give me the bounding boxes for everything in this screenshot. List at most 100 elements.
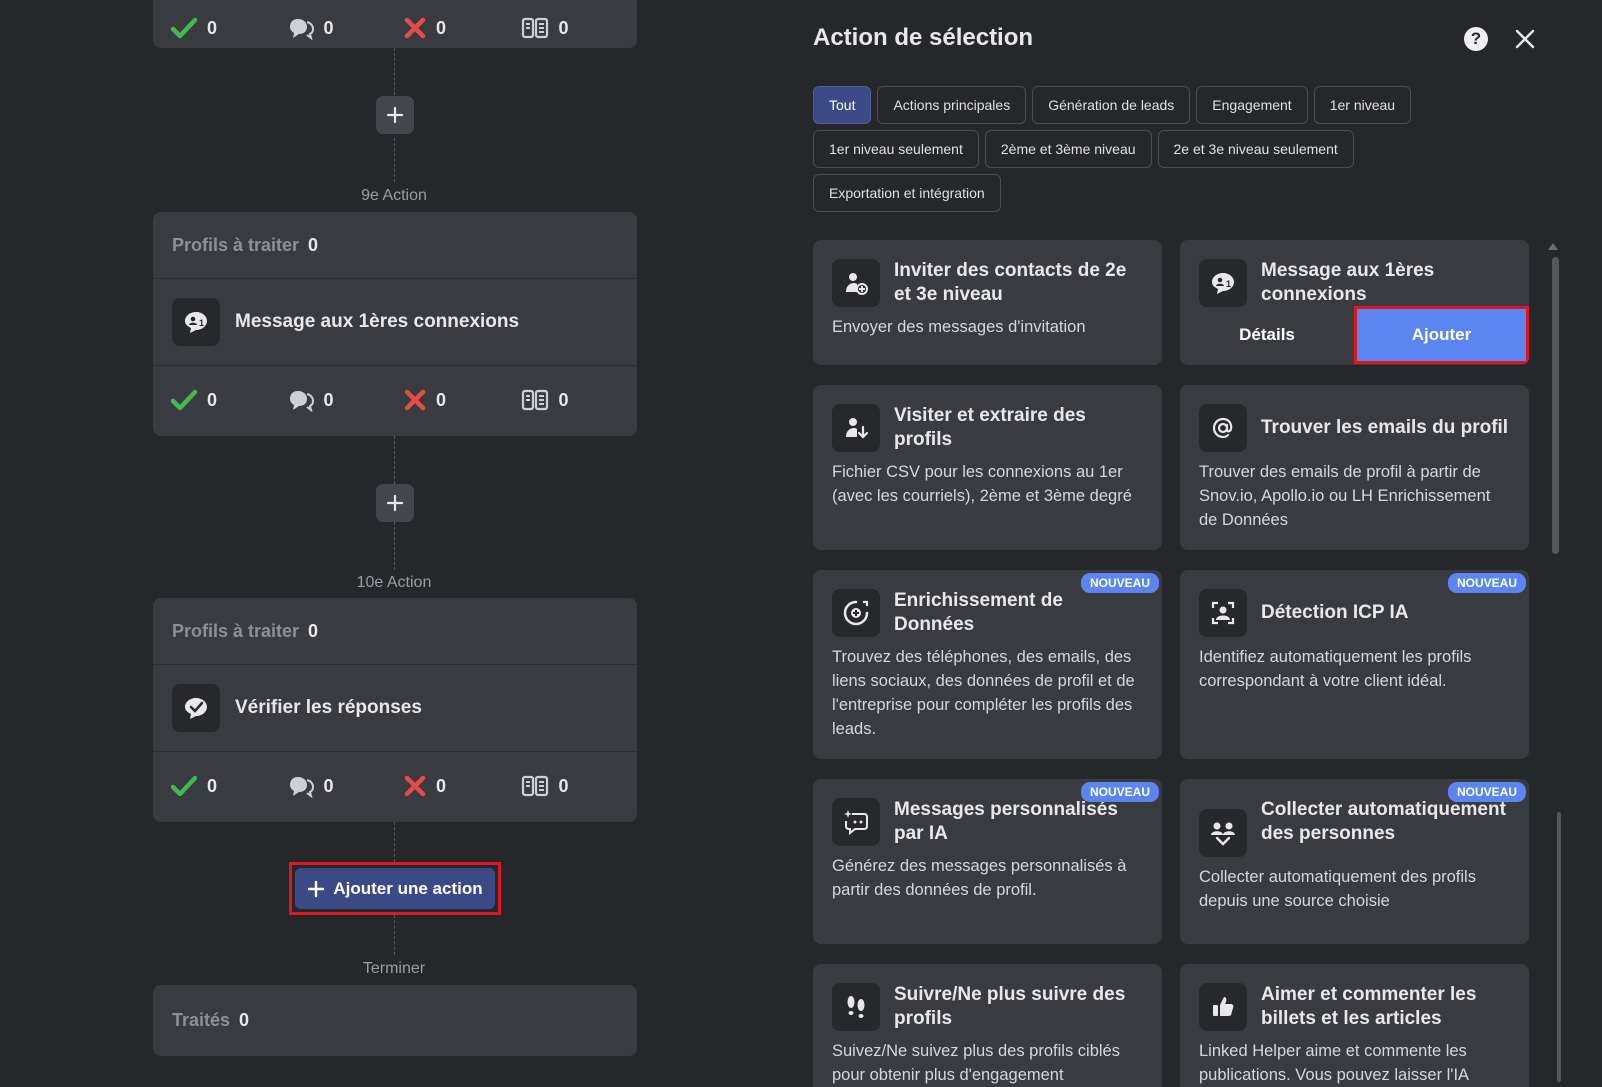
action-card-visit-extract[interactable]: Visiter et extraire des profils Fichier … xyxy=(813,385,1162,550)
check-icon xyxy=(171,775,197,797)
action-card-enrichment[interactable]: NOUVEAU Enrichissement de Données Trouve… xyxy=(813,570,1162,759)
stat-failed-count: 0 xyxy=(436,17,447,38)
action-card-like-comment[interactable]: Aimer et commenter les billets et les ar… xyxy=(1180,964,1529,1087)
visit-extract-icon xyxy=(832,404,880,452)
action-title: Vérifier les réponses xyxy=(235,697,422,718)
filter-chip-2e-3e-seulement[interactable]: 2e et 3e niveau seulement xyxy=(1157,130,1354,168)
check-icon xyxy=(171,389,197,411)
stat-success-count: 0 xyxy=(207,389,218,410)
cross-icon xyxy=(404,775,426,797)
enrich-icon xyxy=(832,589,880,637)
plus-icon xyxy=(308,880,325,897)
stat-failed: 0 xyxy=(404,389,521,411)
profiles-to-process: Profils à traiter 0 xyxy=(153,598,637,665)
processed-label: Traités xyxy=(172,1010,231,1030)
action-card-follow[interactable]: Suivre/Ne plus suivre des profils Suivez… xyxy=(813,964,1162,1087)
step-10-card[interactable]: Profils à traiter 0 Vérifier les réponse… xyxy=(153,598,637,822)
icp-detect-icon xyxy=(1199,589,1247,637)
stat-replies: 0 xyxy=(288,388,405,412)
chat-bubbles-icon xyxy=(289,19,314,40)
connector-line xyxy=(394,436,395,484)
add-action-label: Ajouter une action xyxy=(333,878,483,898)
step-9-card[interactable]: Profils à traiter 0 1 Message aux 1ères … xyxy=(153,212,637,436)
filter-chip-engagement[interactable]: Engagement xyxy=(1196,86,1308,124)
action-stats: 0 0 0 0 xyxy=(153,366,637,434)
stat-failed: 0 xyxy=(404,17,521,39)
stat-failed: 0 xyxy=(404,775,521,797)
action-card-icp-detection[interactable]: NOUVEAU Détection ICP IA Identifiez auto… xyxy=(1180,570,1529,759)
filter-chip-tout[interactable]: Tout xyxy=(813,86,872,124)
processed-row: Traités 0 xyxy=(153,985,637,1056)
stat-replies-count: 0 xyxy=(323,17,334,38)
stat-replies-count: 0 xyxy=(323,775,334,796)
thumbs-up-icon xyxy=(1199,983,1247,1031)
insert-action-button[interactable] xyxy=(376,96,414,134)
action-card-ai-messages[interactable]: NOUVEAU Messages personnalisés par IA Gé… xyxy=(813,779,1162,944)
profiles-count: 0 xyxy=(308,234,319,255)
connector-line xyxy=(394,915,395,955)
action-card-desc: Trouver des emails de profil à partir de… xyxy=(1199,463,1491,529)
filter-chip-generation-leads[interactable]: Génération de leads xyxy=(1032,86,1191,124)
profiles-count: 0 xyxy=(308,620,319,641)
action-row[interactable]: Vérifier les réponses xyxy=(153,665,637,752)
finish-label: Terminer xyxy=(362,960,426,977)
action-card-desc: Trouvez des téléphones, des emails, des … xyxy=(832,648,1135,738)
message-first-icon: 1 xyxy=(172,298,220,346)
stat-replies-count: 0 xyxy=(323,389,334,410)
action-card-invite[interactable]: Inviter des contacts de 2e et 3e niveau … xyxy=(813,240,1162,365)
processed-count: 0 xyxy=(239,1010,250,1030)
invite-user-icon xyxy=(832,259,880,307)
workflow-canvas: 0 0 0 0 9e Action Profils à traiter 0 1 … xyxy=(0,0,790,1087)
card-hover-actions: Détails Ajouter xyxy=(1180,306,1529,364)
action-card-title: Suivre/Ne plus suivre des profils xyxy=(894,984,1126,1029)
filter-chip-exportation[interactable]: Exportation et intégration xyxy=(813,174,1001,212)
page-scrollbar-thumb[interactable] xyxy=(1557,812,1561,1082)
filter-chip-1er-niveau-seulement[interactable]: 1er niveau seulement xyxy=(813,130,979,168)
collect-people-icon xyxy=(1199,809,1247,857)
insert-action-button[interactable] xyxy=(376,484,414,522)
new-badge: NOUVEAU xyxy=(1080,782,1159,802)
details-button[interactable]: Détails xyxy=(1180,306,1354,364)
close-icon[interactable] xyxy=(1511,25,1539,53)
chat-bubbles-icon xyxy=(289,777,314,798)
step-8-card: 0 0 0 0 xyxy=(153,0,637,48)
action-card-desc: Générez des messages personnalisés à par… xyxy=(832,857,1127,899)
svg-text:1: 1 xyxy=(1226,279,1231,289)
add-action-button[interactable]: Ajouter une action xyxy=(295,868,495,909)
footsteps-icon xyxy=(832,983,880,1031)
profiles-to-process: Profils à traiter 0 xyxy=(153,212,637,279)
plus-icon xyxy=(386,494,404,512)
help-icon[interactable]: ? xyxy=(1464,27,1488,51)
connector-line xyxy=(394,822,395,862)
action-card-collect-people[interactable]: NOUVEAU Collecter automatiquement des pe… xyxy=(1180,779,1529,944)
stat-skipped-count: 0 xyxy=(558,389,569,410)
action-card-title: Messages personnalisés par IA xyxy=(894,799,1118,844)
check-replies-icon xyxy=(172,684,220,732)
scrollbar-thumb[interactable] xyxy=(1552,257,1559,554)
stat-success: 0 xyxy=(171,389,288,411)
action-stats: 0 0 0 0 xyxy=(153,752,637,820)
connector-line xyxy=(394,138,395,182)
action-card-desc: Linked Helper aime et commente les publi… xyxy=(1199,1042,1470,1084)
filter-chip-2eme-3eme-niveau[interactable]: 2ème et 3ème niveau xyxy=(984,130,1152,168)
action-card-message-first[interactable]: 1 Message aux 1ères connexions Détails A… xyxy=(1180,240,1529,365)
action-row[interactable]: 1 Message aux 1ères connexions xyxy=(153,279,637,366)
action-card-title: Enrichissement de Données xyxy=(894,590,1063,635)
action-title: Message aux 1ères connexions xyxy=(235,311,520,332)
action-card-find-emails[interactable]: Trouver les emails du profil Trouver des… xyxy=(1180,385,1529,550)
stat-skipped: 0 xyxy=(521,16,638,40)
at-icon xyxy=(1199,404,1247,452)
filter-chip-actions-principales[interactable]: Actions principales xyxy=(877,86,1027,124)
step-9-label: 9e Action xyxy=(361,187,427,204)
check-icon xyxy=(171,17,197,39)
action-card-title: Détection ICP IA xyxy=(1261,602,1409,623)
new-badge: NOUVEAU xyxy=(1080,573,1159,593)
cross-icon xyxy=(404,17,426,39)
filter-chip-1er-niveau[interactable]: 1er niveau xyxy=(1313,86,1412,124)
stat-skipped-count: 0 xyxy=(558,17,569,38)
stat-success-count: 0 xyxy=(207,17,218,38)
scroll-up-arrow[interactable] xyxy=(1548,243,1558,250)
action-card-title: Collecter automatiquement des personnes xyxy=(1261,799,1506,844)
action-card-desc: Fichier CSV pour les connexions au 1er (… xyxy=(832,463,1132,505)
add-button[interactable]: Ajouter xyxy=(1354,306,1529,364)
